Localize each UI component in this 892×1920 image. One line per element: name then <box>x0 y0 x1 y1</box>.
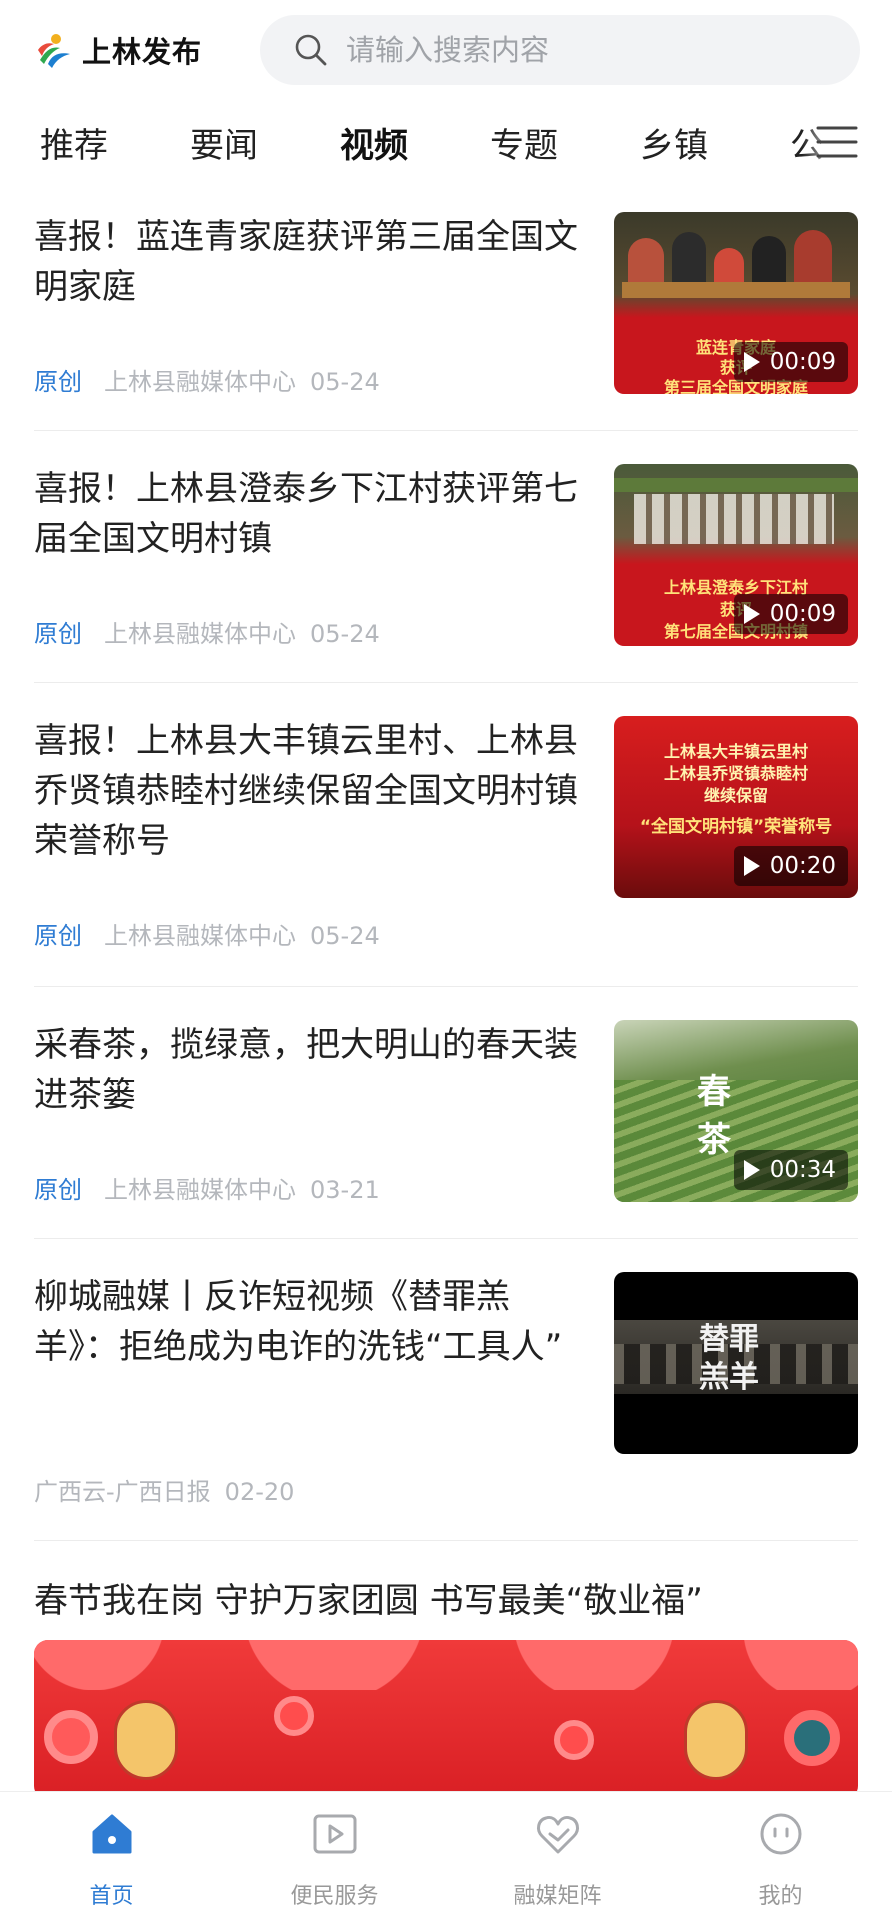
news-date: 02-20 <box>224 1478 295 1506</box>
news-meta: 原创 上林县融媒体中心 05-24 <box>34 614 380 649</box>
original-tag: 原创 <box>34 922 82 950</box>
video-thumbnail[interactable]: 上林县澄泰乡下江村 获评 第七届全国文明村镇 00:09 <box>614 464 858 646</box>
video-duration: 00:34 <box>769 1157 836 1183</box>
divider <box>34 430 858 431</box>
nav-media-matrix[interactable]: 融媒矩阵 <box>446 1792 669 1920</box>
news-meta: 原创 上林县融媒体中心 05-24 <box>34 916 380 951</box>
divider <box>34 1238 858 1239</box>
channel-tabs: 推荐 要闻 视频 专题 乡镇 公 <box>0 110 892 184</box>
lantern-icon <box>684 1700 748 1780</box>
news-source: 上林县融媒体中心 <box>104 1176 296 1204</box>
video-duration: 00:20 <box>769 853 836 879</box>
thumbnail-caption: 上林县大丰镇云里村 <box>663 742 808 761</box>
thumbnail-caption: 羔羊 <box>699 1360 759 1395</box>
news-meta: 原创 上林县融媒体中心 03-21 <box>34 1170 380 1205</box>
face-icon <box>760 1813 802 1855</box>
nav-label: 融媒矩阵 <box>513 1884 602 1909</box>
news-item[interactable]: 柳城融媒丨反诈短视频《替罪羔羊》：拒绝成为电诈的洗钱“工具人” 广西云-广西日报… <box>34 1272 858 1532</box>
app-header: 上林发布 <box>0 0 892 100</box>
bottom-navigation: 首页 便民服务 融媒矩阵 我的 <box>0 1792 892 1920</box>
news-item[interactable]: 喜报！上林县大丰镇云里村、上林县乔贤镇恭睦村继续保留全国文明村镇荣誉称号 原创上… <box>34 716 858 976</box>
thumbnail-caption: 继续保留 <box>703 786 768 805</box>
news-title[interactable]: 采春茶，揽绿意，把大明山的春天装进茶篓 <box>34 1020 589 1120</box>
video-play-icon <box>313 1814 357 1854</box>
home-icon <box>92 1814 132 1854</box>
logo-mark-icon <box>38 34 70 68</box>
news-title[interactable]: 喜报！蓝连青家庭获评第三届全国文明家庭 <box>34 212 589 312</box>
play-icon <box>743 352 760 372</box>
flower-icon <box>554 1720 594 1760</box>
app-name: 上林发布 <box>82 35 203 69</box>
nav-label: 便民服务 <box>290 1884 379 1909</box>
tab-video[interactable]: 视频 <box>340 118 408 167</box>
tab-towns[interactable]: 乡镇 <box>640 118 708 167</box>
news-meta: 原创 上林县融媒体中心 05-24 <box>34 362 380 397</box>
heart-icon <box>537 1816 579 1854</box>
thumbnail-caption: “全国文明村镇”荣誉称号 <box>639 817 833 837</box>
video-duration-badge: 00:34 <box>733 1150 848 1190</box>
play-icon <box>743 604 760 624</box>
news-item[interactable]: 采春茶，揽绿意，把大明山的春天装进茶篓 原创 上林县融媒体中心 03-21 春 茶 … <box>34 1020 858 1220</box>
news-title[interactable]: 柳城融媒丨反诈短视频《替罪羔羊》：拒绝成为电诈的洗钱“工具人” <box>34 1272 589 1372</box>
news-source: 上林县融媒体中心 <box>104 620 296 648</box>
news-meta: 广西云-广西日报 02-20 <box>34 1472 294 1507</box>
news-source: 上林县融媒体中心 <box>104 368 296 396</box>
original-tag: 原创 <box>34 1176 82 1204</box>
flower-icon <box>274 1696 314 1736</box>
video-duration-badge: 00:09 <box>733 594 848 634</box>
news-date: 03-21 <box>310 1176 380 1204</box>
video-duration: 00:09 <box>769 601 836 627</box>
tab-news[interactable]: 要闻 <box>190 118 258 167</box>
video-duration: 00:09 <box>769 349 836 375</box>
tab-special[interactable]: 专题 <box>490 118 558 167</box>
news-item[interactable]: 喜报！蓝连青家庭获评第三届全国文明家庭 原创上林县融媒体中心 05-24 蓝连青家… <box>34 212 858 412</box>
menu-icon[interactable] <box>816 124 858 160</box>
news-item[interactable]: 喜报！上林县澄泰乡下江村获评第七届全国文明村镇 原创 上林县融媒体中心 05-24 … <box>34 464 858 664</box>
news-date: 05-24 <box>310 368 380 396</box>
news-source: 上林县融媒体中心 <box>104 922 296 950</box>
news-source: 广西云-广西日报 <box>34 1478 211 1506</box>
original-tag: 原创 <box>34 620 82 648</box>
news-date: 05-24 <box>310 620 380 648</box>
nav-label: 我的 <box>758 1884 803 1909</box>
lantern-icon <box>114 1700 178 1780</box>
news-title[interactable]: 喜报！上林县澄泰乡下江村获评第七届全国文明村镇 <box>34 464 589 564</box>
nav-label: 首页 <box>89 1884 134 1909</box>
search-bar[interactable] <box>260 15 860 85</box>
video-thumbnail[interactable]: 上林县大丰镇云里村 上林县乔贤镇恭睦村 继续保留 “全国文明村镇”荣誉称号 00… <box>614 716 858 898</box>
divider <box>34 986 858 987</box>
news-title[interactable]: 喜报！上林县大丰镇云里村、上林县乔贤镇恭睦村继续保留全国文明村镇荣誉称号 <box>34 716 589 866</box>
video-thumbnail[interactable]: 蓝连青家庭 获评 第三届全国文明家庭 00:09 <box>614 212 858 394</box>
divider <box>34 682 858 683</box>
nav-profile[interactable]: 我的 <box>669 1792 892 1920</box>
feature-item[interactable]: 春节我在岗 守护万家团圆 书写最美“敬业福” <box>34 1576 858 1800</box>
app-logo[interactable]: 上林发布 <box>34 30 202 70</box>
search-icon <box>295 34 327 66</box>
original-tag: 原创 <box>34 368 82 396</box>
video-duration-badge: 00:20 <box>733 846 848 886</box>
play-icon <box>743 1160 760 1180</box>
divider <box>34 1540 858 1541</box>
tab-recommend[interactable]: 推荐 <box>40 118 108 167</box>
video-thumbnail[interactable]: 替罪 羔羊 <box>614 1272 858 1454</box>
flower-icon <box>784 1710 840 1766</box>
news-date: 05-24 <box>310 922 380 950</box>
search-input[interactable] <box>346 33 826 67</box>
feature-title[interactable]: 春节我在岗 守护万家团圆 书写最美“敬业福” <box>34 1576 858 1626</box>
video-duration-badge: 00:09 <box>733 342 848 382</box>
thumbnail-caption: 上林县乔贤镇恭睦村 <box>663 764 808 783</box>
nav-services[interactable]: 便民服务 <box>223 1792 446 1920</box>
nav-home[interactable]: 首页 <box>0 1792 223 1920</box>
video-thumbnail[interactable]: 春 茶 00:34 <box>614 1020 858 1202</box>
flower-icon <box>44 1710 98 1764</box>
feature-banner[interactable] <box>34 1640 858 1800</box>
play-icon <box>743 856 760 876</box>
thumbnail-caption: 春 <box>697 1072 731 1112</box>
